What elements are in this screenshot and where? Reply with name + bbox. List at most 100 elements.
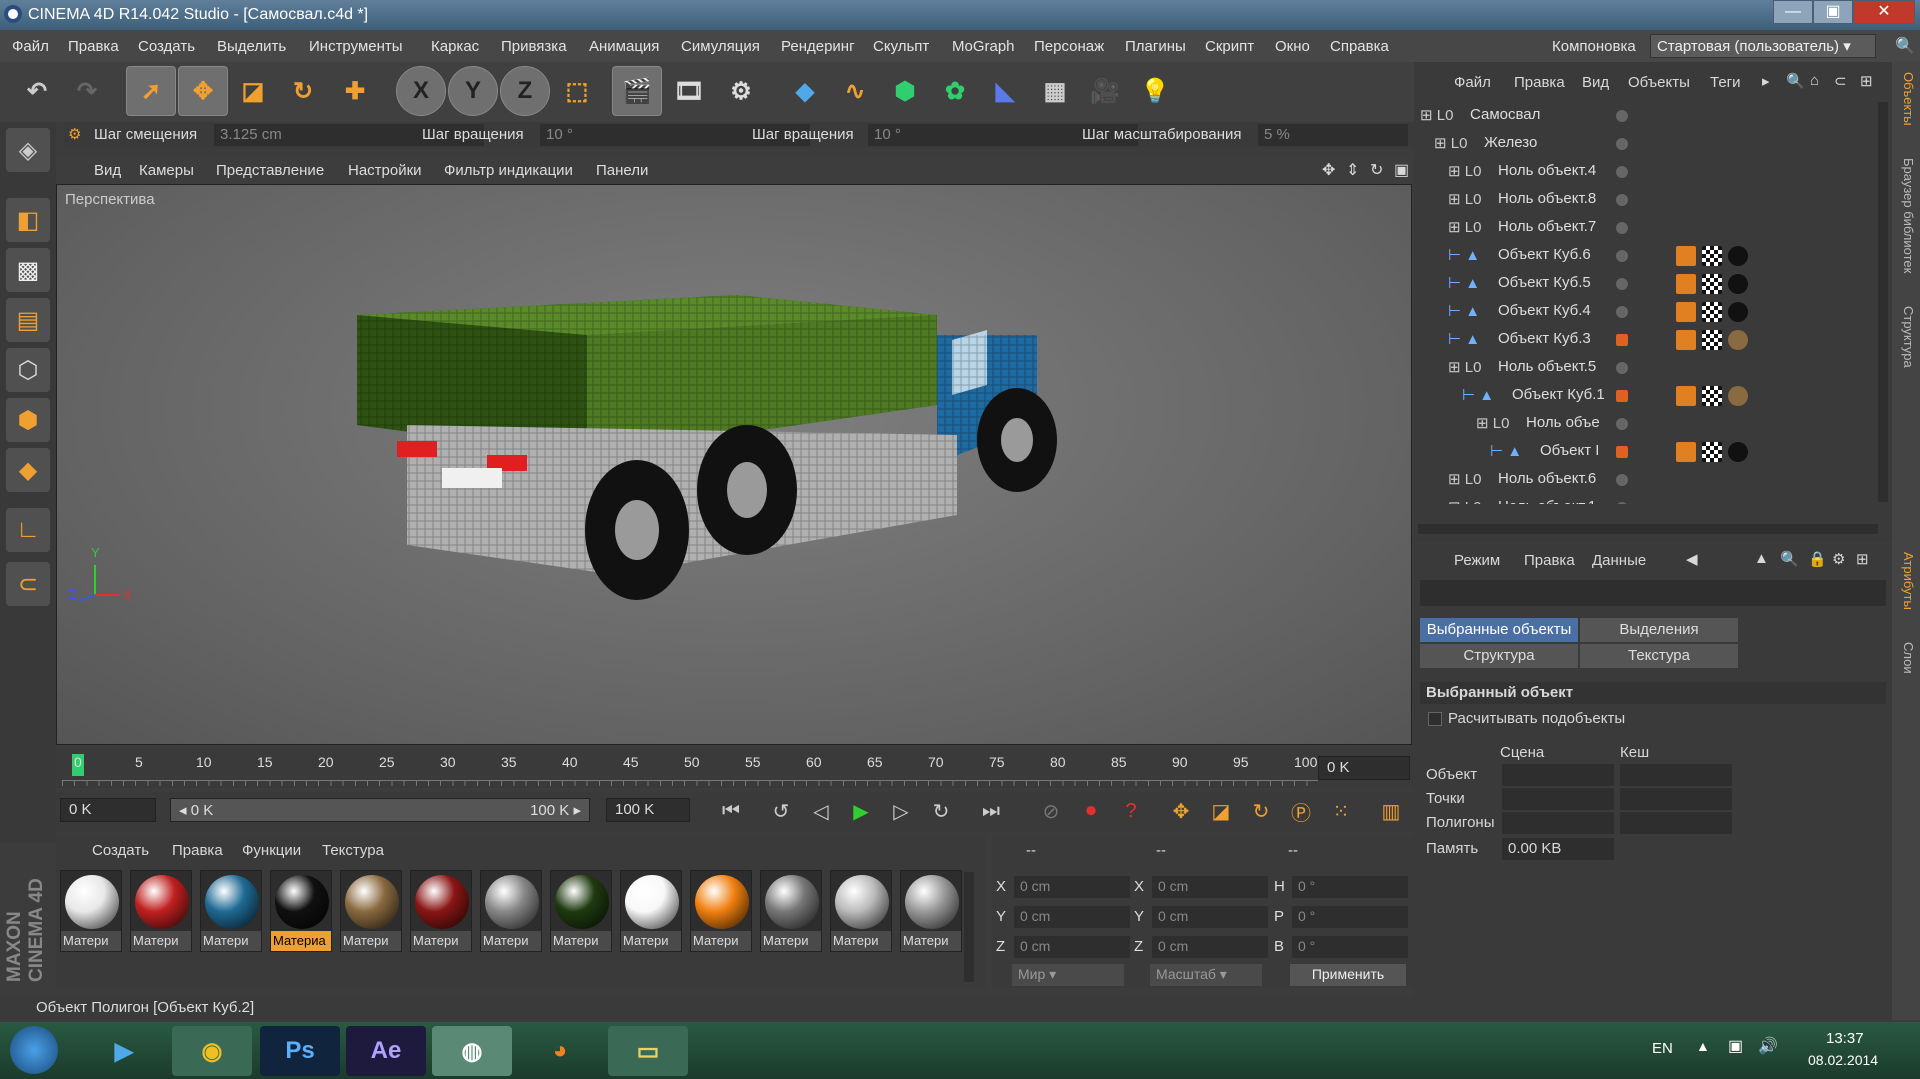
material-swatch[interactable]: Матери: [60, 870, 122, 952]
snap-settings-icon[interactable]: ⚙: [68, 125, 81, 143]
object-tree-row[interactable]: ⊞ L0 Ноль объе: [1414, 410, 1874, 438]
current-frame-field[interactable]: 0 K: [1318, 756, 1410, 780]
menu-snap[interactable]: Привязка: [501, 38, 567, 55]
play-icon[interactable]: ▶: [846, 796, 876, 826]
range-slider[interactable]: ◂ 0 K 100 K ▸: [170, 798, 590, 822]
viewport-menu-display[interactable]: Представление: [216, 162, 324, 179]
object-name[interactable]: Ноль объект.4: [1498, 162, 1596, 179]
menu-create[interactable]: Создать: [138, 38, 195, 55]
objects-new-window-icon[interactable]: ⊞: [1860, 72, 1873, 90]
go-to-end-icon[interactable]: ⏭: [976, 796, 1006, 826]
rotation-b-field[interactable]: 0 °: [1292, 936, 1408, 958]
object-tree-row[interactable]: ⊢ ▲ Объект I: [1414, 438, 1874, 466]
viewport-menu-panels[interactable]: Панели: [596, 162, 648, 179]
tab-texture[interactable]: Текстура: [1580, 644, 1738, 668]
objects-h-scrollbar[interactable]: [1418, 524, 1878, 534]
phong-tag-icon[interactable]: [1676, 302, 1696, 322]
search-icon[interactable]: 🔍: [1895, 36, 1915, 56]
visibility-dot-icon[interactable]: [1616, 390, 1628, 402]
objects-menu-tags[interactable]: Теги: [1710, 74, 1741, 91]
objects-home-icon[interactable]: ⌂: [1810, 72, 1819, 89]
material-swatch[interactable]: Матери: [900, 870, 962, 952]
object-tree-row[interactable]: ⊢ ▲ Объект Куб.4: [1414, 298, 1874, 326]
material-swatch[interactable]: Матери: [550, 870, 612, 952]
add-tool-icon[interactable]: ✚: [330, 66, 380, 116]
minimize-button[interactable]: —: [1773, 0, 1813, 24]
phong-tag-icon[interactable]: [1676, 246, 1696, 266]
phong-tag-icon[interactable]: [1676, 442, 1696, 462]
visibility-dot-icon[interactable]: [1616, 362, 1628, 374]
volume-icon[interactable]: 🔊: [1758, 1036, 1778, 1056]
visibility-dot-icon[interactable]: [1616, 222, 1628, 234]
record-position-icon[interactable]: ⊘: [1036, 796, 1066, 826]
viewport-zoom-icon[interactable]: ⇕: [1346, 160, 1359, 180]
axis-mode-icon[interactable]: ∟: [6, 508, 50, 552]
workplane-mode-icon[interactable]: ▤: [6, 298, 50, 342]
object-name[interactable]: Ноль объект.6: [1498, 470, 1596, 487]
attr-lock-icon[interactable]: 🔒: [1808, 550, 1827, 568]
object-name[interactable]: Объект Куб.3: [1498, 330, 1591, 347]
coordinate-system-icon[interactable]: ⬚: [552, 66, 602, 116]
network-icon[interactable]: ▣: [1728, 1036, 1743, 1056]
material-tag-icon[interactable]: [1728, 442, 1748, 462]
key-pla-icon[interactable]: ⁙: [1326, 796, 1356, 826]
objects-menu-edit[interactable]: Правка: [1514, 74, 1565, 91]
material-swatch[interactable]: Материа: [270, 870, 332, 952]
tab-selections[interactable]: Выделения: [1580, 618, 1738, 642]
rotation-h-field[interactable]: 0 °: [1292, 876, 1408, 898]
position-x-field[interactable]: 0 cm: [1014, 876, 1130, 898]
object-tree-row[interactable]: ⊞ L0 Ноль объект.4: [1414, 158, 1874, 186]
viewport-pan-icon[interactable]: ✥: [1322, 160, 1335, 180]
camera-icon[interactable]: 🎥: [1080, 66, 1130, 116]
layout-select[interactable]: Стартовая (пользователь) ▾: [1650, 34, 1876, 58]
next-key-icon[interactable]: ↻: [926, 796, 956, 826]
tab-structure-vertical[interactable]: Структура: [1896, 306, 1916, 368]
menu-tools[interactable]: Инструменты: [309, 38, 403, 55]
z-axis-lock-button[interactable]: Z: [500, 66, 550, 116]
attr-back-icon[interactable]: ◀: [1686, 550, 1698, 568]
menu-select[interactable]: Выделить: [217, 38, 286, 55]
material-swatch[interactable]: Матери: [200, 870, 262, 952]
tab-library-browser-vertical[interactable]: Браузер библиотек: [1896, 158, 1916, 273]
snap-icon[interactable]: ⊂: [6, 562, 50, 606]
nurbs-icon[interactable]: ⬢: [880, 66, 930, 116]
object-tree-row[interactable]: ⊢ ▲ Объект Куб.3: [1414, 326, 1874, 354]
menu-simulate[interactable]: Симуляция: [681, 38, 760, 55]
scale-select[interactable]: Масштаб ▾: [1150, 964, 1262, 986]
menu-render[interactable]: Рендеринг: [781, 38, 855, 55]
material-scrollbar[interactable]: [964, 872, 974, 982]
texture-tag-icon[interactable]: [1702, 302, 1722, 322]
size-y-field[interactable]: 0 cm: [1152, 906, 1268, 928]
explorer-icon[interactable]: ▭: [608, 1026, 688, 1076]
object-tree-row[interactable]: ⊞ L0 Ноль объект.1: [1414, 494, 1874, 504]
material-tag-icon[interactable]: [1728, 246, 1748, 266]
go-to-start-icon[interactable]: ⏮: [716, 796, 746, 826]
object-tree-row[interactable]: ⊞ L0 Ноль объект.7: [1414, 214, 1874, 242]
viewport-menu-options[interactable]: Настройки: [348, 162, 422, 179]
visibility-dot-icon[interactable]: [1616, 502, 1628, 504]
object-name[interactable]: Ноль объект.7: [1498, 218, 1596, 235]
points-mode-icon[interactable]: ⬡: [6, 348, 50, 392]
attr-settings-icon[interactable]: ⚙: [1832, 550, 1845, 568]
phong-tag-icon[interactable]: [1676, 386, 1696, 406]
texture-tag-icon[interactable]: [1702, 246, 1722, 266]
texture-tag-icon[interactable]: [1702, 330, 1722, 350]
clock-time[interactable]: 13:37: [1826, 1030, 1864, 1047]
object-name[interactable]: Объект Куб.1: [1512, 386, 1605, 403]
material-swatch[interactable]: Матери: [410, 870, 472, 952]
object-tree-row[interactable]: ⊞ L0 Ноль объект.6: [1414, 466, 1874, 494]
cinema4d-taskbar-icon[interactable]: ◍: [432, 1026, 512, 1076]
start-button-icon[interactable]: [10, 1026, 58, 1074]
next-frame-icon[interactable]: ▷: [886, 796, 916, 826]
visibility-dot-icon[interactable]: [1616, 306, 1628, 318]
object-tree-row[interactable]: ⊞ L0 Ноль объект.8: [1414, 186, 1874, 214]
material-swatch[interactable]: Матери: [760, 870, 822, 952]
objects-menu-view[interactable]: Вид: [1582, 74, 1609, 91]
viewport-rotate-icon[interactable]: ↻: [1370, 160, 1383, 180]
viewport-menu-cameras[interactable]: Камеры: [139, 162, 194, 179]
firefox-icon[interactable]: ◕: [520, 1026, 600, 1076]
deformer-icon[interactable]: ◣: [980, 66, 1030, 116]
redo-icon[interactable]: ↷: [62, 66, 112, 116]
objects-menu-more-icon[interactable]: ▸: [1762, 72, 1770, 90]
apply-button[interactable]: Применить: [1290, 964, 1406, 986]
